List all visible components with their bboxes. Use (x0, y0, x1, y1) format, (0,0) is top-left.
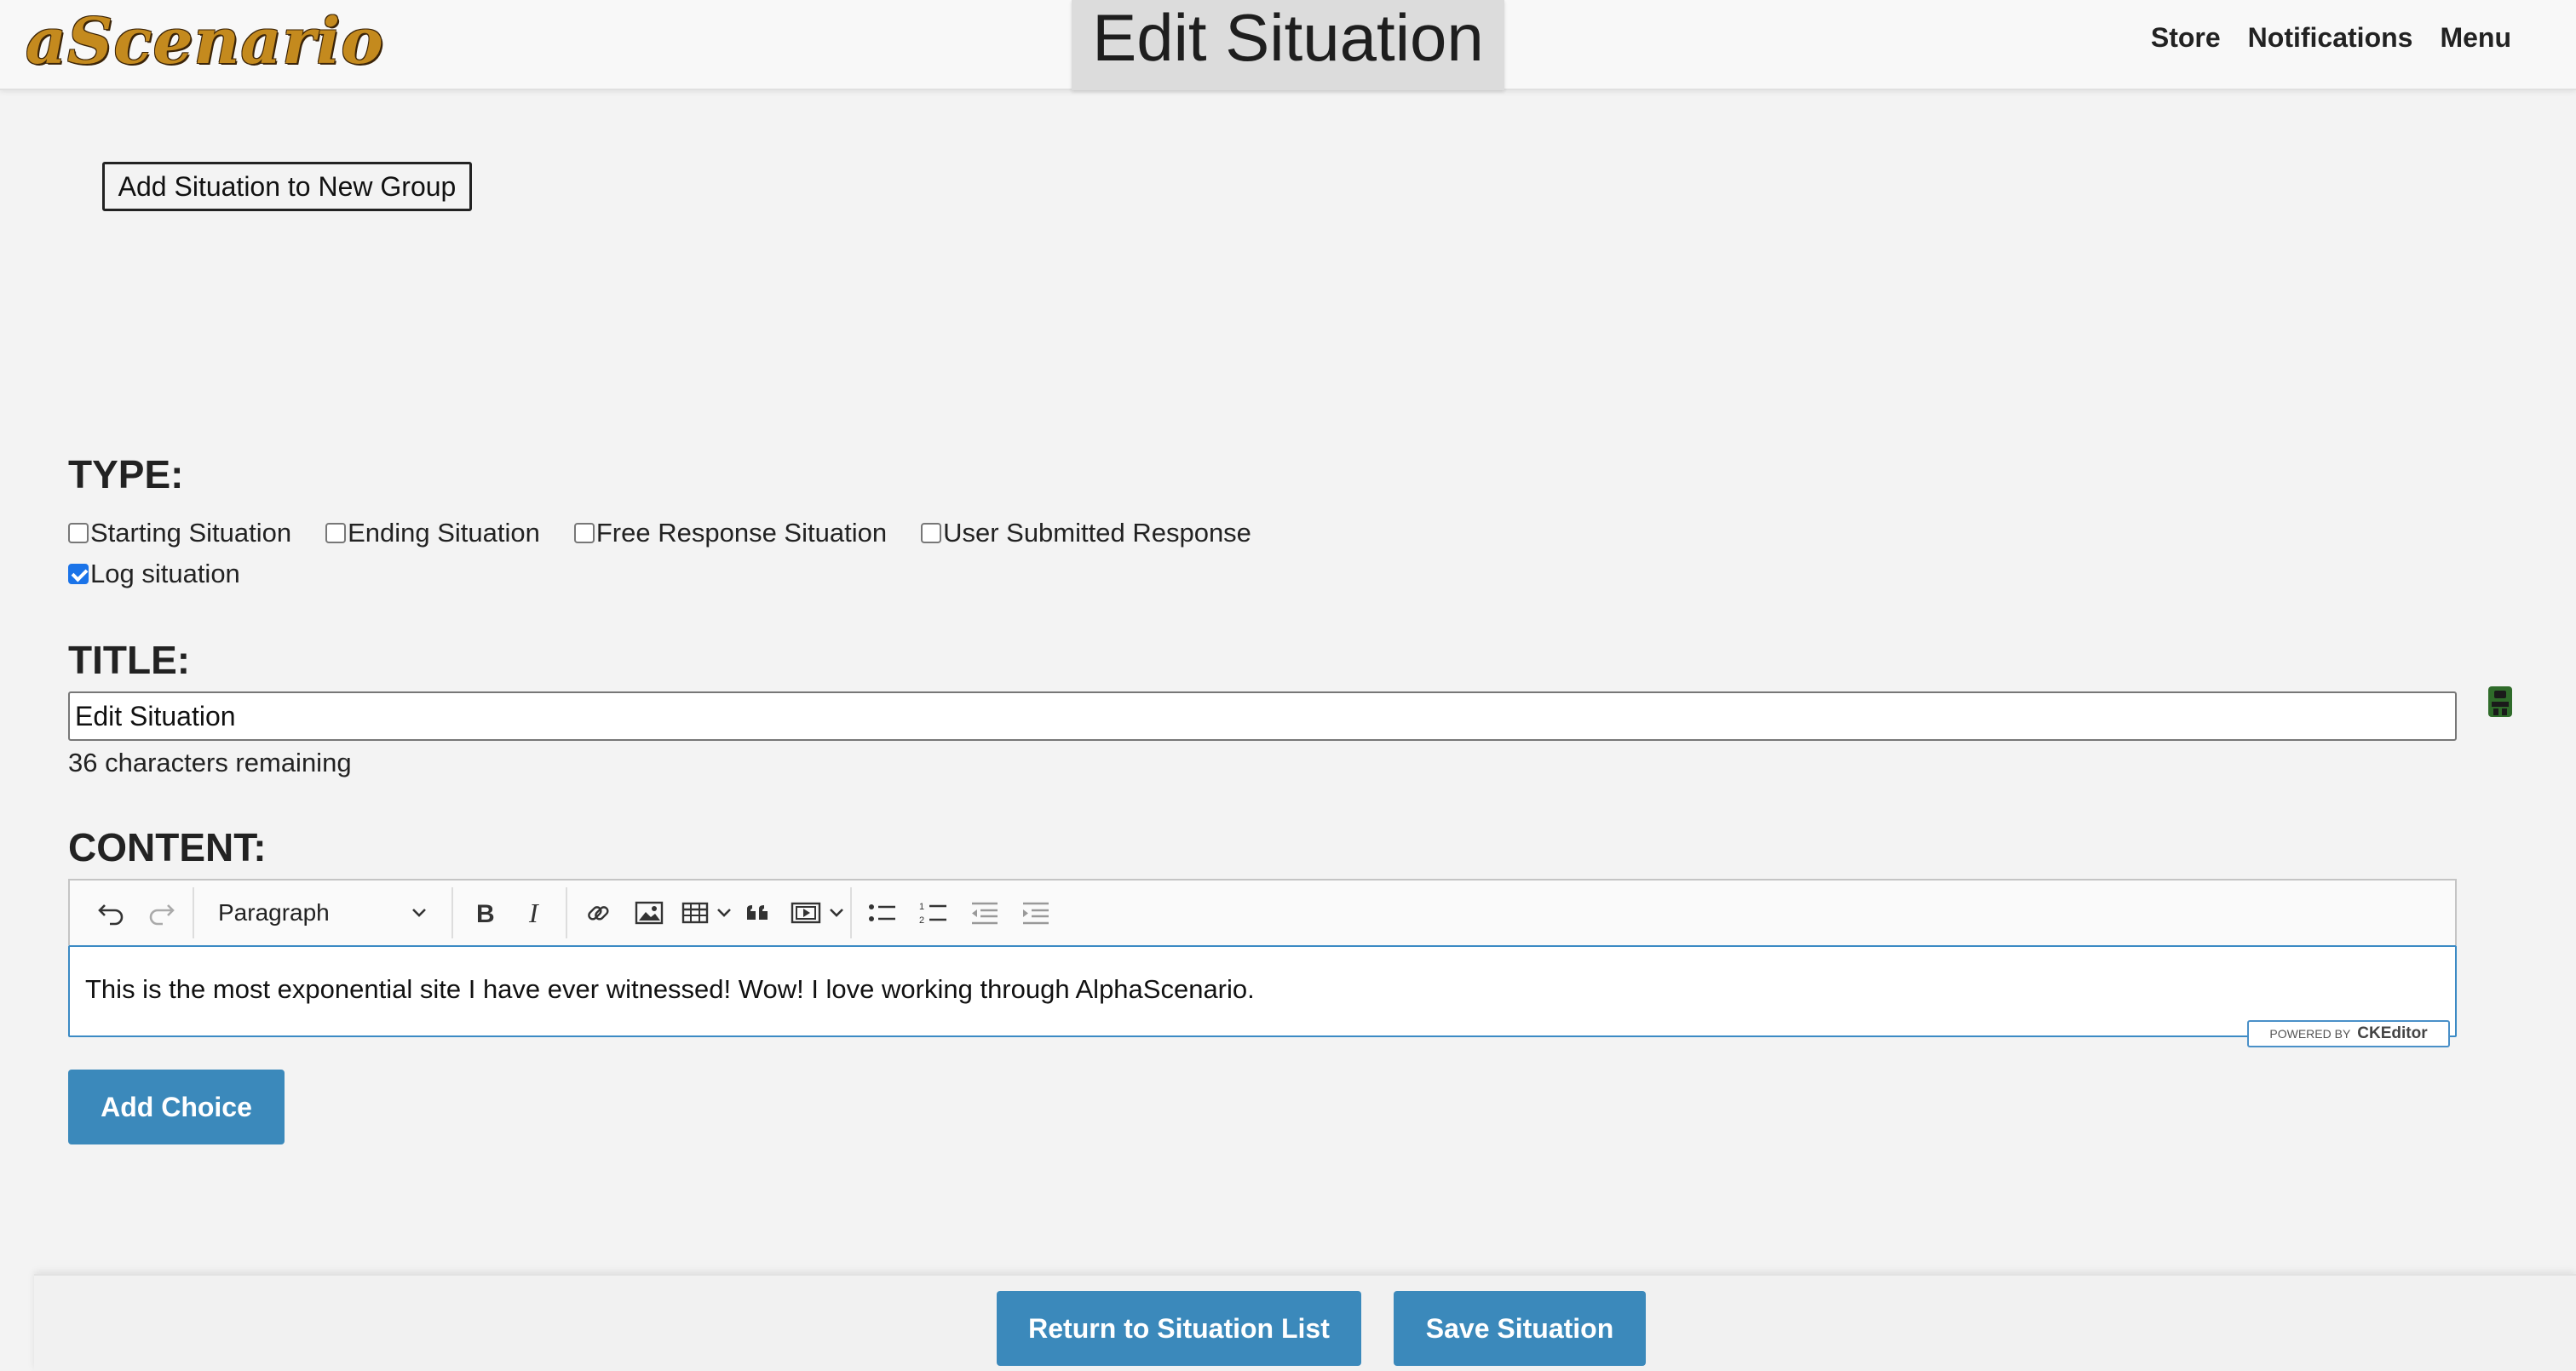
block-format-value: Paragraph (218, 899, 330, 926)
blockquote-icon (747, 905, 768, 920)
media-icon (791, 902, 821, 924)
chevron-down-icon (830, 909, 843, 917)
starting-situation-checkbox[interactable] (68, 523, 89, 543)
svg-text:1: 1 (919, 902, 924, 912)
page-title: Edit Situation (1072, 0, 1504, 90)
link-icon (588, 906, 609, 921)
free-response-checkbox[interactable] (573, 523, 595, 543)
insert-image-button[interactable] (624, 887, 675, 938)
redo-icon (149, 904, 175, 926)
toolbar-separator (566, 887, 567, 938)
insert-table-dropdown[interactable] (675, 887, 733, 938)
editor-toolbar: Paragraph B I 1 2 (68, 879, 2457, 945)
numbered-list-button[interactable]: 12 (908, 887, 959, 938)
top-nav: Store Notifications Menu (2151, 22, 2511, 54)
blockquote-button[interactable] (733, 887, 784, 938)
option-label: Log situation (90, 559, 240, 588)
save-situation-button[interactable]: Save Situation (1394, 1291, 1646, 1366)
add-to-new-group-button[interactable]: Add Situation to New Group (102, 162, 472, 211)
svg-text:B: B (476, 900, 495, 927)
add-choice-button[interactable]: Add Choice (68, 1070, 285, 1144)
italic-button[interactable]: I (509, 887, 561, 938)
type-options-row: Starting Situation Ending Situation Free… (68, 518, 1285, 548)
nav-notifications[interactable]: Notifications (2248, 22, 2413, 54)
powered-by-label: POWERED BY (2269, 1027, 2351, 1041)
type-option-free-response[interactable]: Free Response Situation (573, 518, 888, 548)
svg-text:I: I (528, 898, 539, 927)
undo-button[interactable] (85, 887, 136, 938)
nav-menu[interactable]: Menu (2440, 22, 2511, 54)
undo-icon (98, 904, 124, 926)
ckeditor-brand: CKEditor (2357, 1024, 2428, 1042)
voice-input-icon[interactable] (2486, 685, 2515, 719)
block-format-dropdown[interactable]: Paragraph (199, 887, 446, 938)
bold-icon: B (476, 900, 495, 927)
editor-content-area[interactable]: This is the most exponential site I have… (68, 945, 2457, 1037)
image-icon (635, 901, 664, 925)
insert-media-button[interactable] (784, 887, 828, 938)
bulleted-list-button[interactable] (857, 887, 908, 938)
chevron-down-icon (717, 909, 731, 917)
powered-by-ckeditor-badge[interactable]: POWERED BY CKEditor (2247, 1020, 2450, 1047)
user-submitted-checkbox[interactable] (921, 523, 942, 543)
bold-button[interactable]: B (458, 887, 509, 938)
redo-button[interactable] (136, 887, 187, 938)
option-label: Free Response Situation (595, 518, 888, 548)
insert-table-button[interactable] (675, 887, 716, 938)
outdent-button[interactable] (959, 887, 1010, 938)
title-input[interactable] (68, 691, 2457, 741)
toolbar-separator (451, 887, 453, 938)
chevron-down-icon (412, 909, 426, 917)
numbered-list-icon: 12 (919, 902, 946, 926)
site-logo[interactable]: aScenario (26, 5, 384, 78)
nav-store[interactable]: Store (2151, 22, 2221, 54)
type-option-user-submitted[interactable]: User Submitted Response (921, 518, 1251, 548)
option-label: Starting Situation (90, 518, 292, 548)
option-label: Ending Situation (348, 518, 540, 548)
title-heading: TITLE: (68, 638, 191, 682)
type-option-ending[interactable]: Ending Situation (325, 518, 540, 548)
bulleted-list-icon (869, 904, 895, 921)
type-option-log[interactable]: Log situation (68, 559, 240, 589)
type-options-row-2: Log situation (68, 559, 274, 589)
toolbar-separator (850, 887, 852, 938)
content-heading: CONTENT: (68, 825, 267, 869)
indent-button[interactable] (1010, 887, 1061, 938)
svg-text:2: 2 (919, 915, 924, 926)
top-header: aScenario Edit Situation Store Notificat… (0, 0, 2576, 90)
type-option-starting[interactable]: Starting Situation (68, 518, 291, 548)
option-label: User Submitted Response (943, 518, 1251, 548)
table-icon (681, 902, 709, 924)
ending-situation-checkbox[interactable] (325, 523, 347, 543)
outdent-icon (972, 902, 998, 925)
toolbar-separator (193, 887, 194, 938)
insert-media-dropdown[interactable] (784, 887, 845, 938)
rich-text-editor: Paragraph B I 1 2 This is the most expon… (68, 879, 2457, 1047)
indent-icon (1023, 902, 1049, 925)
return-to-situation-list-button[interactable]: Return to Situation List (997, 1291, 1361, 1366)
characters-remaining: 36 characters remaining (68, 748, 352, 777)
log-situation-checkbox[interactable] (68, 564, 89, 584)
link-button[interactable] (572, 887, 624, 938)
type-heading: TYPE: (68, 452, 184, 496)
italic-icon: I (528, 898, 539, 927)
